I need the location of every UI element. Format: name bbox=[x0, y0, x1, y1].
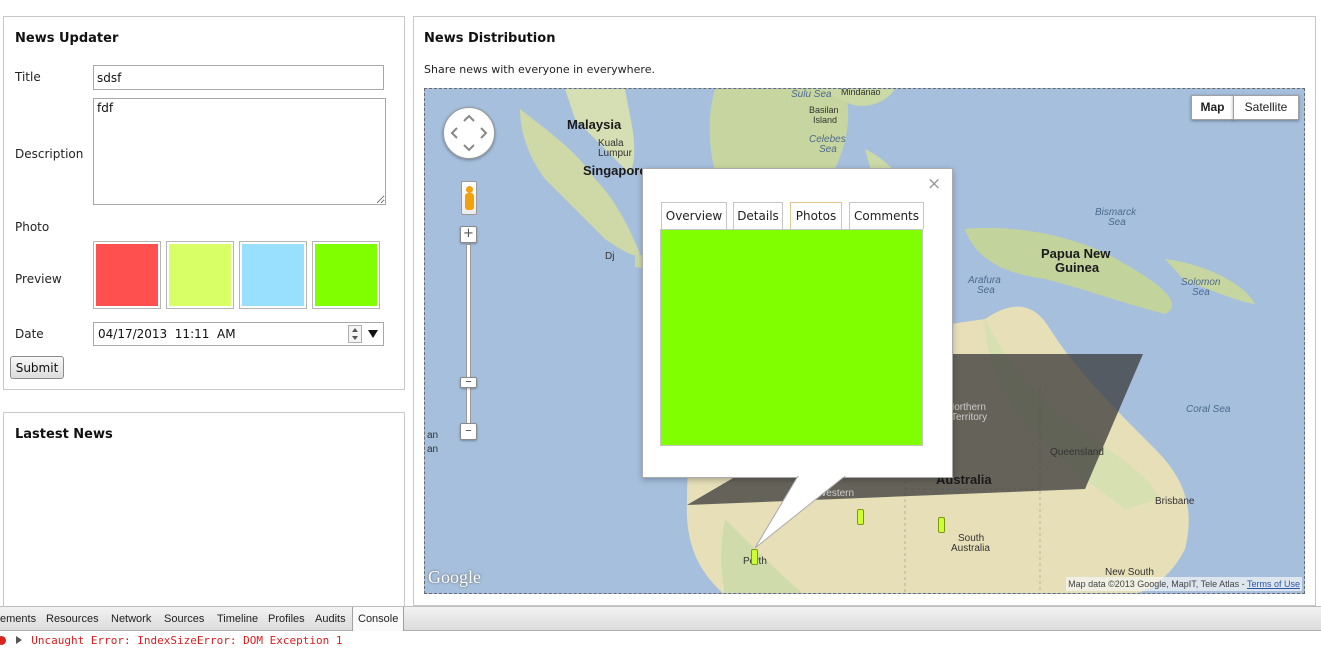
zoom-slider-track[interactable] bbox=[466, 244, 471, 424]
devtab-console[interactable]: Console bbox=[352, 607, 405, 631]
google-logo[interactable]: Google bbox=[428, 567, 481, 588]
zoom-out-button[interactable]: – bbox=[460, 423, 477, 440]
error-icon bbox=[0, 636, 6, 645]
label-arafura-sea: Sea bbox=[977, 285, 995, 296]
description-label: Description bbox=[15, 147, 84, 161]
preview-thumbnail-3[interactable] bbox=[239, 241, 307, 309]
street-view-pegman-icon[interactable] bbox=[461, 181, 477, 215]
pegman-body bbox=[465, 193, 474, 210]
preview-color-1 bbox=[96, 244, 158, 306]
devtools-panel: ements Resources Network Sources Timelin… bbox=[0, 606, 1321, 649]
date-label: Date bbox=[15, 327, 44, 341]
spinner-down-icon[interactable] bbox=[352, 336, 358, 340]
pan-control[interactable] bbox=[443, 107, 495, 159]
attribution-text: Map data ©2013 Google, MapIT, Tele Atlas… bbox=[1068, 579, 1247, 589]
label-dj: Dj bbox=[605, 251, 615, 262]
label-singapore: Singapore bbox=[583, 163, 647, 178]
devtab-network[interactable]: Network bbox=[111, 607, 151, 631]
close-icon[interactable]: × bbox=[927, 174, 941, 194]
zoom-in-button[interactable]: + bbox=[460, 226, 477, 243]
news-marker-1[interactable] bbox=[857, 509, 864, 525]
devtab-sources[interactable]: Sources bbox=[164, 607, 204, 631]
preview-label: Preview bbox=[15, 272, 62, 286]
label-queensland: Queensland bbox=[1050, 447, 1104, 458]
spinner-up-icon[interactable] bbox=[352, 328, 358, 332]
news-marker-2[interactable] bbox=[938, 517, 945, 533]
devtab-audits[interactable]: Audits bbox=[315, 607, 346, 631]
label-island: Island bbox=[813, 115, 838, 125]
devtab-elements[interactable]: ements bbox=[0, 607, 36, 631]
description-textarea[interactable] bbox=[93, 98, 386, 205]
map-type-satellite-button[interactable]: Satellite bbox=[1233, 95, 1299, 120]
date-input[interactable]: 04/17/2013 11:11 AM bbox=[93, 322, 384, 346]
title-label: Title bbox=[15, 70, 41, 84]
info-photo bbox=[660, 229, 923, 446]
label-celebes-sea: Sea bbox=[819, 144, 837, 155]
tab-overview[interactable]: Overview bbox=[661, 202, 727, 229]
tab-comments-label: Comments bbox=[853, 209, 920, 223]
label-png-2: Guinea bbox=[1055, 260, 1100, 275]
info-window-tail bbox=[755, 476, 846, 549]
devtab-profiles[interactable]: Profiles bbox=[268, 607, 305, 631]
label-solomon-sea: Sea bbox=[1192, 287, 1210, 298]
console-error-text: Uncaught Error: IndexSizeError: DOM Exce… bbox=[31, 634, 343, 647]
pan-arrows-icon bbox=[450, 114, 488, 152]
news-distribution-heading: News Distribution bbox=[424, 31, 556, 46]
title-input[interactable] bbox=[93, 65, 384, 90]
label-coral-sea: Coral Sea bbox=[1186, 404, 1231, 415]
news-distribution-subtitle: Share news with everyone in everywhere. bbox=[424, 63, 655, 76]
photo-label: Photo bbox=[15, 220, 50, 234]
tab-photos-label: Photos bbox=[795, 209, 837, 223]
map-type-map-button[interactable]: Map bbox=[1191, 95, 1234, 120]
label-brisbane: Brisbane bbox=[1155, 496, 1195, 507]
pegman-head bbox=[466, 186, 473, 193]
preview-color-2 bbox=[169, 244, 231, 306]
devtab-timeline[interactable]: Timeline bbox=[217, 607, 258, 631]
map-info-window: × Overview Details Photos Comments bbox=[642, 168, 953, 478]
label-basilan: Basilan bbox=[809, 105, 839, 115]
preview-thumbnail-2[interactable] bbox=[166, 241, 234, 309]
terms-of-use-link[interactable]: Terms of Use bbox=[1247, 579, 1300, 589]
console-error-line[interactable]: Uncaught Error: IndexSizeError: DOM Exce… bbox=[0, 634, 343, 649]
devtools-tabbar: ements Resources Network Sources Timelin… bbox=[0, 607, 1321, 631]
tab-details[interactable]: Details bbox=[733, 202, 783, 229]
news-updater-panel: News Updater Title Description Photo Pre… bbox=[3, 16, 405, 390]
expand-arrow-icon[interactable] bbox=[15, 636, 22, 644]
label-sulu-sea: Sulu Sea bbox=[791, 89, 832, 100]
tab-comments[interactable]: Comments bbox=[849, 202, 924, 229]
tab-photos[interactable]: Photos bbox=[790, 202, 842, 229]
date-value: 04/17/2013 11:11 AM bbox=[98, 327, 236, 341]
preview-color-3 bbox=[242, 244, 304, 306]
label-an-1: an bbox=[427, 430, 439, 441]
label-png-1: Papua New bbox=[1041, 246, 1111, 261]
preview-thumbnail-4[interactable] bbox=[312, 241, 380, 309]
date-spinner[interactable] bbox=[348, 325, 362, 343]
label-an-2: an bbox=[427, 444, 439, 455]
latest-news-panel: Lastest News bbox=[3, 412, 405, 612]
devtab-resources[interactable]: Resources bbox=[46, 607, 99, 631]
preview-color-4 bbox=[315, 244, 377, 306]
label-malaysia: Malaysia bbox=[567, 117, 622, 132]
news-updater-heading: News Updater bbox=[15, 31, 119, 46]
dropdown-arrow-icon[interactable] bbox=[368, 330, 378, 338]
label-lumpur: Lumpur bbox=[598, 148, 632, 159]
label-bismarck-sea: Sea bbox=[1108, 217, 1126, 228]
zoom-slider-handle[interactable]: – bbox=[460, 375, 477, 388]
tab-overview-label: Overview bbox=[665, 209, 723, 223]
label-south-2: Australia bbox=[951, 543, 990, 554]
label-territory: Territory bbox=[951, 412, 988, 423]
map-attribution: Map data ©2013 Google, MapIT, Tele Atlas… bbox=[1066, 577, 1302, 591]
label-mindanao: Mindanao bbox=[841, 88, 881, 97]
tab-details-label: Details bbox=[737, 209, 779, 223]
latest-news-heading: Lastest News bbox=[15, 427, 113, 442]
preview-thumbnail-1[interactable] bbox=[93, 241, 161, 309]
submit-button[interactable]: Submit bbox=[10, 356, 64, 379]
